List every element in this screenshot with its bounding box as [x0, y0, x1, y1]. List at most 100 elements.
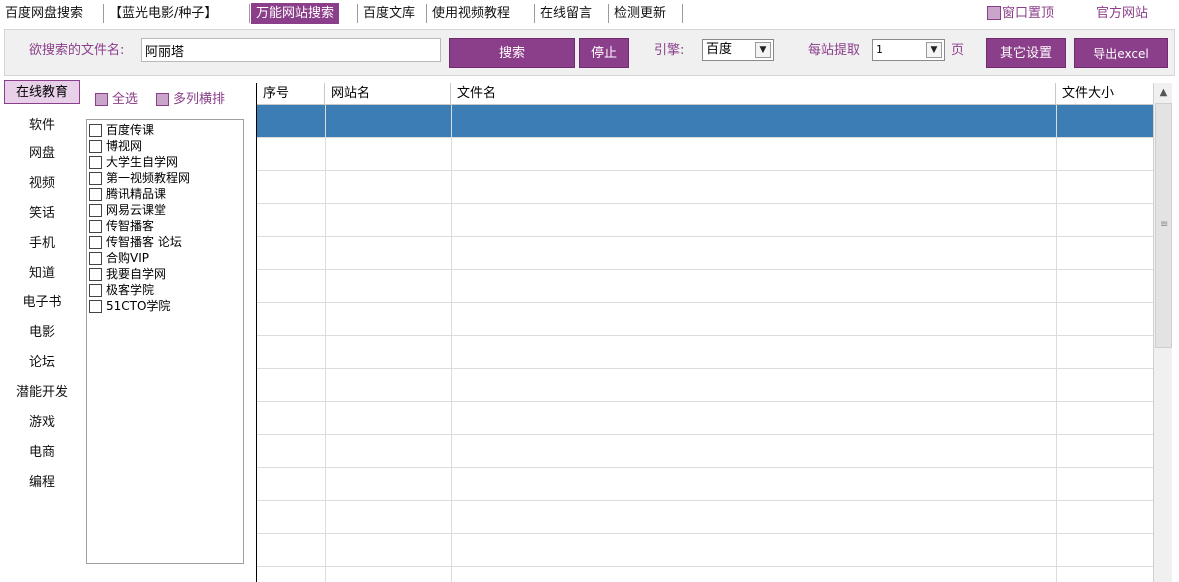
per-site-label: 每站提取: [808, 43, 861, 58]
table-row[interactable]: [257, 204, 1153, 237]
table-row[interactable]: [257, 237, 1153, 270]
menu-baidu-wenku[interactable]: 百度文库: [358, 3, 420, 24]
results-grid[interactable]: 序号 网站名 文件名 文件大小: [256, 83, 1153, 582]
search-input[interactable]: [141, 38, 441, 62]
pages-per-site-select[interactable]: 1 ▼: [872, 39, 945, 61]
column-header-index[interactable]: 序号: [257, 83, 325, 105]
site-checkbox[interactable]: [89, 156, 102, 169]
site-checkbox[interactable]: [89, 300, 102, 313]
export-excel-button[interactable]: 导出excel: [1074, 38, 1168, 68]
menu-universal-site-search[interactable]: 万能网站搜索: [251, 3, 340, 24]
top-menu-bar: 百度网盘搜索 【蓝光电影/种子】 万能网站搜索 百度文库 使用视频教程 在线留言…: [0, 0, 1179, 27]
dropdown-arrow-icon[interactable]: ▼: [755, 42, 771, 58]
menu-video-tutorial[interactable]: 使用视频教程: [427, 3, 515, 24]
menu-check-update[interactable]: 检测更新: [609, 3, 671, 24]
engine-select[interactable]: 百度 ▼: [702, 39, 774, 61]
site-checkbox[interactable]: [89, 268, 102, 281]
category-online-education[interactable]: 在线教育: [4, 80, 80, 104]
site-checkbox[interactable]: [89, 140, 102, 153]
site-item-label: 51CTO学院: [106, 299, 171, 313]
pages-per-site-value: 1: [876, 43, 883, 56]
select-all-label[interactable]: 全选: [112, 90, 138, 110]
other-settings-button[interactable]: 其它设置: [986, 38, 1066, 68]
category-netdisk[interactable]: 网盘: [4, 142, 80, 166]
column-divider: [1056, 105, 1057, 582]
site-item-label: 我要自学网: [106, 267, 167, 281]
menu-separator: [682, 4, 683, 23]
table-row[interactable]: [257, 369, 1153, 402]
category-ecommerce[interactable]: 电商: [4, 441, 80, 465]
search-button[interactable]: 搜索: [449, 38, 575, 68]
table-row[interactable]: [257, 105, 1153, 138]
official-site-link[interactable]: 官方网站: [1096, 3, 1148, 24]
category-software[interactable]: 软件: [4, 114, 80, 138]
table-row[interactable]: [257, 402, 1153, 435]
category-ebook[interactable]: 电子书: [4, 291, 80, 315]
results-scrollbar[interactable]: ▲ ≡: [1153, 83, 1172, 582]
menu-separator: [249, 4, 250, 23]
category-forum[interactable]: 论坛: [4, 351, 80, 375]
site-list: 百度传课 博视网 大学生自学网 第一视频教程网 腾讯精品课 网易云课堂 传智播客…: [86, 119, 244, 564]
table-row[interactable]: [257, 138, 1153, 171]
dropdown-arrow-icon[interactable]: ▼: [926, 42, 942, 58]
scrollbar-thumb[interactable]: ≡: [1155, 103, 1172, 348]
category-games[interactable]: 游戏: [4, 411, 80, 435]
menu-baidu-pan-search[interactable]: 百度网盘搜索: [0, 3, 88, 24]
search-panel: 欲搜索的文件名: 搜索 停止 引擎: 百度 ▼ 每站提取 1 ▼ 页 其它设置 …: [4, 29, 1175, 76]
category-movie[interactable]: 电影: [4, 321, 80, 345]
table-row[interactable]: [257, 501, 1153, 534]
site-checkbox[interactable]: [89, 124, 102, 137]
site-checkbox[interactable]: [89, 220, 102, 233]
site-item-label: 腾讯精品课: [106, 187, 167, 201]
search-filename-label: 欲搜索的文件名:: [29, 43, 125, 58]
site-checkbox[interactable]: [89, 204, 102, 217]
site-item-label: 大学生自学网: [106, 155, 179, 169]
column-header-file-size[interactable]: 文件大小: [1056, 83, 1153, 105]
table-row[interactable]: [257, 534, 1153, 567]
site-item-label: 博视网: [106, 139, 143, 153]
site-item-label: 合购VIP: [106, 251, 149, 265]
pin-window-checkbox[interactable]: [987, 6, 1001, 20]
site-item-label: 传智播客 论坛: [106, 235, 182, 249]
table-row[interactable]: [257, 435, 1153, 468]
multi-column-checkbox[interactable]: [156, 93, 169, 106]
select-all-checkbox[interactable]: [95, 93, 108, 106]
table-row[interactable]: [257, 303, 1153, 336]
menu-bluray-movies[interactable]: 【蓝光电影/种子】: [104, 3, 222, 24]
menu-online-message[interactable]: 在线留言: [535, 3, 597, 24]
category-zhidao[interactable]: 知道: [4, 262, 80, 286]
category-programming[interactable]: 编程: [4, 471, 80, 495]
table-row[interactable]: [257, 336, 1153, 369]
site-checkbox[interactable]: [89, 188, 102, 201]
column-divider: [325, 105, 326, 582]
category-video[interactable]: 视频: [4, 172, 80, 196]
site-checkbox[interactable]: [89, 284, 102, 297]
page-unit-label: 页: [951, 43, 965, 58]
table-row[interactable]: [257, 468, 1153, 501]
table-row[interactable]: [257, 171, 1153, 204]
column-header-site-name[interactable]: 网站名: [325, 83, 451, 105]
scroll-up-arrow-icon[interactable]: ▲: [1155, 84, 1172, 101]
grip-icon: ≡: [1160, 219, 1169, 230]
stop-button[interactable]: 停止: [579, 38, 629, 68]
category-jokes[interactable]: 笑话: [4, 202, 80, 226]
engine-select-value: 百度: [706, 42, 733, 57]
category-potential[interactable]: 潜能开发: [4, 381, 80, 405]
site-item-label: 第一视频教程网: [106, 171, 191, 185]
site-item-label: 网易云课堂: [106, 203, 167, 217]
site-checkbox[interactable]: [89, 236, 102, 249]
site-checkbox[interactable]: [89, 172, 102, 185]
site-item-label: 极客学院: [106, 283, 155, 297]
multi-column-label[interactable]: 多列横排: [173, 90, 225, 110]
engine-label: 引擎:: [654, 43, 685, 58]
column-divider: [451, 105, 452, 582]
site-item-label: 传智播客: [106, 219, 155, 233]
category-list: 在线教育 软件 网盘 视频 笑话 手机 知道 电子书 电影 论坛 潜能开发 游戏…: [4, 80, 80, 582]
site-checkbox[interactable]: [89, 252, 102, 265]
site-item-label: 百度传课: [106, 123, 155, 137]
category-mobile[interactable]: 手机: [4, 232, 80, 256]
column-header-file-name[interactable]: 文件名: [451, 83, 1056, 105]
table-row[interactable]: [257, 270, 1153, 303]
pin-window-label[interactable]: 窗口置顶: [1002, 3, 1054, 24]
results-header: 序号 网站名 文件名 文件大小: [257, 83, 1153, 105]
